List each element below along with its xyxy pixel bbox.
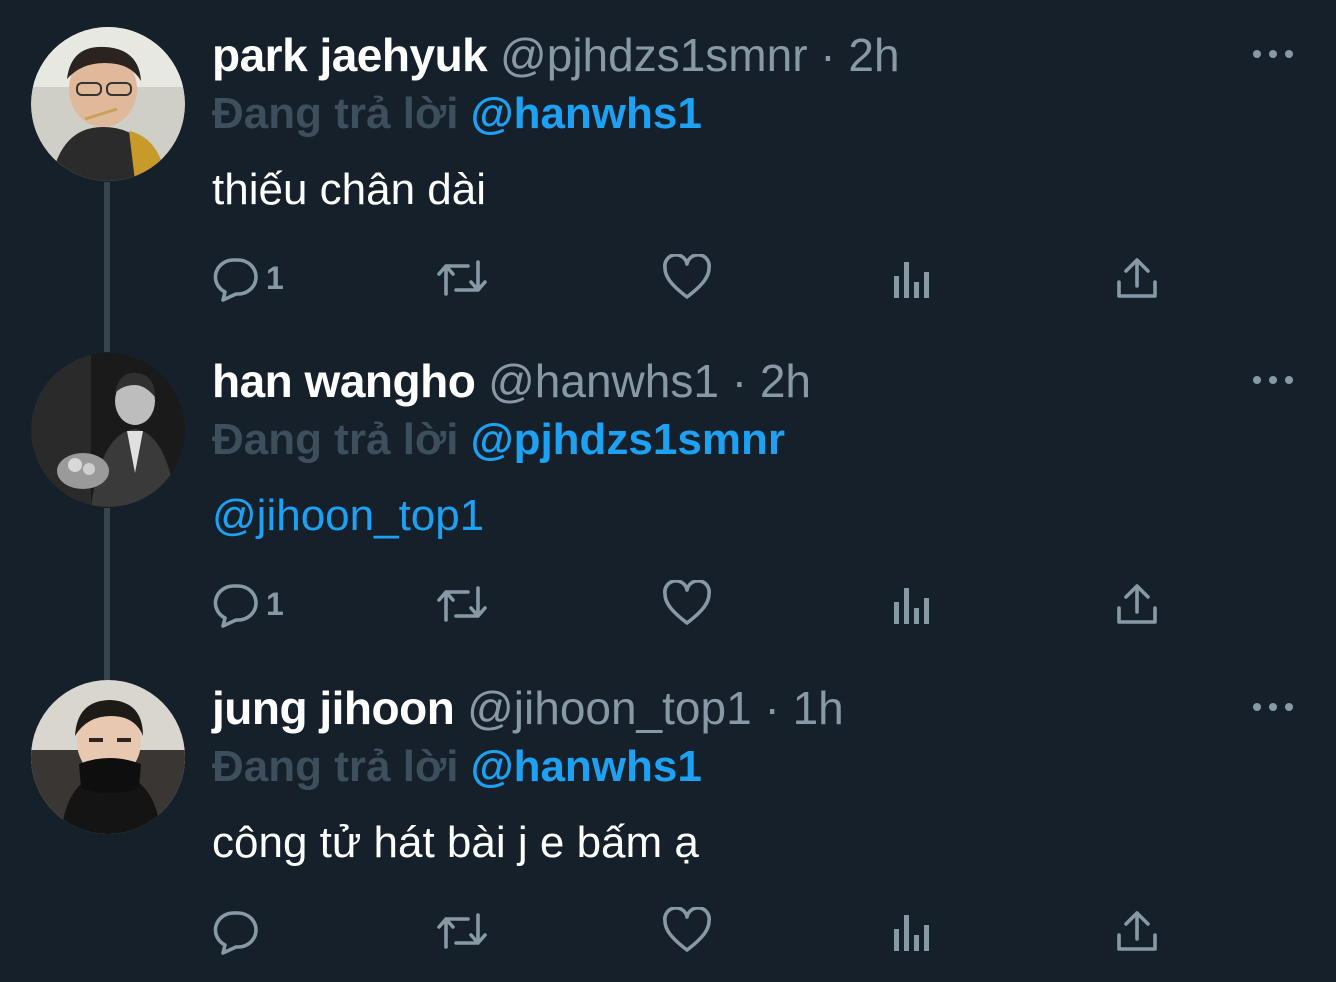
analytics-icon: [890, 907, 934, 955]
tweet-actions: 1: [212, 250, 1212, 306]
tweet-actions: 1: [212, 576, 1212, 632]
replying-to-mention[interactable]: @pjhdzs1smnr: [471, 415, 785, 464]
share-icon: [1114, 254, 1160, 302]
separator-dot: ·: [731, 355, 748, 407]
like-button[interactable]: [662, 576, 712, 632]
avatar-photo: [31, 680, 185, 834]
reply-icon: [212, 580, 260, 628]
replying-to: Đang trả lời @hanwhs1: [212, 86, 702, 142]
retweet-button[interactable]: [434, 250, 490, 306]
tweet-text-mention[interactable]: @jihoon_top1: [212, 488, 484, 544]
share-button[interactable]: [1114, 250, 1160, 306]
avatar-photo: [31, 353, 185, 507]
reply-count: 1: [266, 586, 284, 622]
heart-icon: [662, 254, 712, 302]
replying-to-mention[interactable]: @hanwhs1: [471, 742, 702, 791]
analytics-icon: [890, 254, 934, 302]
user-handle[interactable]: @hanwhs1: [488, 355, 719, 407]
heart-icon: [662, 907, 712, 955]
replying-to-label: Đang trả lời: [212, 89, 459, 138]
more-icon[interactable]: [1250, 697, 1296, 717]
separator-dot: ·: [820, 29, 836, 81]
user-handle[interactable]: @jihoon_top1: [467, 682, 752, 734]
reply-button[interactable]: 1: [212, 250, 284, 306]
display-name[interactable]: jung jihoon: [212, 682, 455, 734]
analytics-button[interactable]: [890, 903, 934, 959]
analytics-button[interactable]: [890, 576, 934, 632]
display-name[interactable]: park jaehyuk: [212, 29, 488, 81]
share-button[interactable]: [1114, 576, 1160, 632]
tweet[interactable]: han wangho @hanwhs1 · 2h Đang trả lời @p…: [0, 326, 1336, 653]
like-button[interactable]: [662, 903, 712, 959]
tweet-header: jung jihoon @jihoon_top1 · 1h: [212, 678, 844, 738]
more-icon[interactable]: [1250, 44, 1296, 64]
tweet-text: thiếu chân dài: [212, 165, 486, 214]
heart-icon: [662, 580, 712, 628]
retweet-icon: [434, 907, 490, 955]
retweet-icon: [434, 254, 490, 302]
replying-to-label: Đang trả lời: [212, 415, 459, 464]
retweet-button[interactable]: [434, 903, 490, 959]
retweet-icon: [434, 580, 490, 628]
tweet-thread: park jaehyuk @pjhdzs1smnr · 2h Đang trả …: [0, 0, 1336, 982]
avatar-photo: [31, 27, 185, 181]
reply-button[interactable]: [212, 903, 266, 959]
timestamp[interactable]: 2h: [848, 29, 899, 81]
share-button[interactable]: [1114, 903, 1160, 959]
reply-icon: [212, 907, 260, 955]
display-name[interactable]: han wangho: [212, 355, 476, 407]
reply-button[interactable]: 1: [212, 576, 284, 632]
analytics-button[interactable]: [890, 250, 934, 306]
share-icon: [1114, 907, 1160, 955]
avatar[interactable]: [31, 680, 185, 834]
separator-dot: ·: [764, 682, 780, 734]
tweet-header: park jaehyuk @pjhdzs1smnr · 2h: [212, 25, 900, 85]
avatar[interactable]: [31, 353, 185, 507]
replying-to: Đang trả lời @pjhdzs1smnr: [212, 412, 785, 468]
share-icon: [1114, 580, 1160, 628]
more-icon[interactable]: [1250, 370, 1296, 390]
tweet-header: han wangho @hanwhs1 · 2h: [212, 351, 811, 411]
replying-to-label: Đang trả lời: [212, 742, 459, 791]
replying-to-mention[interactable]: @hanwhs1: [471, 89, 702, 138]
reply-count: 1: [266, 260, 284, 296]
analytics-icon: [890, 580, 934, 628]
tweet-actions: [212, 903, 1212, 959]
timestamp[interactable]: 2h: [760, 355, 811, 407]
tweet[interactable]: jung jihoon @jihoon_top1 · 1h Đang trả l…: [0, 653, 1336, 982]
tweet-text: công tử hát bài j e bấm ạ: [212, 818, 699, 867]
replying-to: Đang trả lời @hanwhs1: [212, 739, 702, 795]
like-button[interactable]: [662, 250, 712, 306]
avatar[interactable]: [31, 27, 185, 181]
retweet-button[interactable]: [434, 576, 490, 632]
reply-icon: [212, 254, 260, 302]
tweet[interactable]: park jaehyuk @pjhdzs1smnr · 2h Đang trả …: [0, 0, 1336, 326]
timestamp[interactable]: 1h: [793, 682, 844, 734]
user-handle[interactable]: @pjhdzs1smnr: [500, 29, 807, 81]
